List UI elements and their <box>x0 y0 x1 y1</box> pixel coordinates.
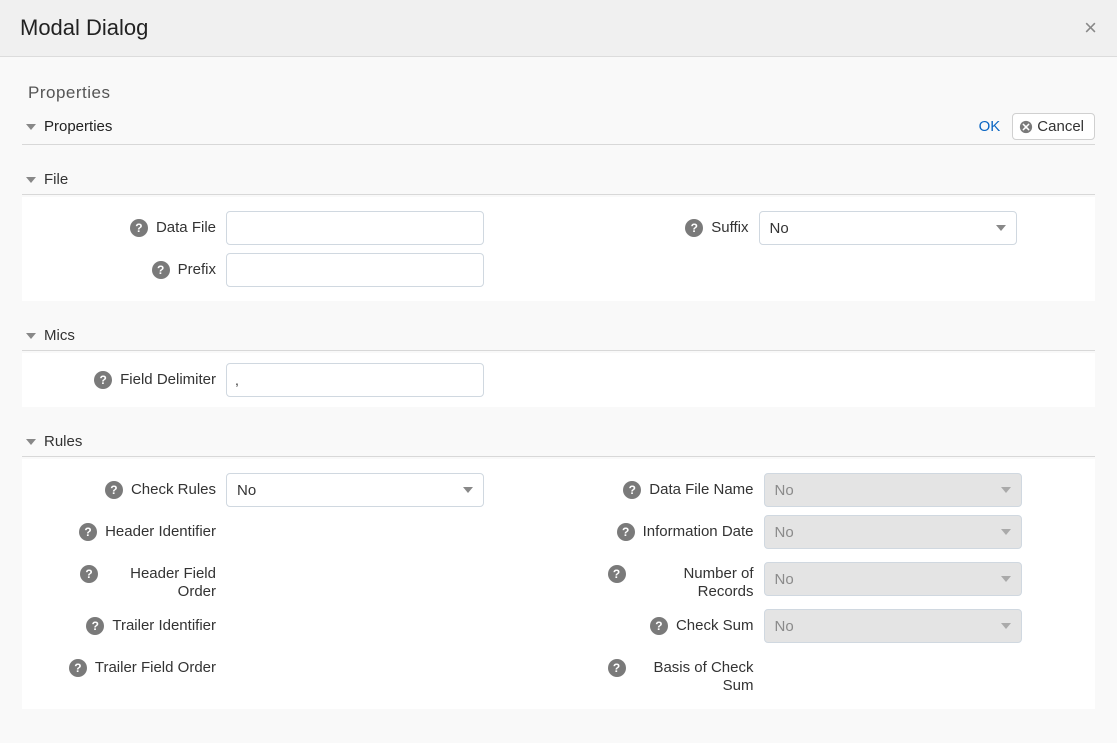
help-icon[interactable]: ? <box>608 565 626 583</box>
label-prefix: Prefix <box>178 261 216 279</box>
caret-down-icon <box>1001 487 1011 493</box>
row-header-field-order: ? Header Field Order <box>26 553 559 605</box>
label-check-sum: Check Sum <box>676 617 754 635</box>
row-field-delimiter: ? Field Delimiter <box>26 359 1091 401</box>
help-icon[interactable]: ? <box>152 261 170 279</box>
row-trailer-identifier: ? Trailer Identifier <box>26 605 559 647</box>
field-delimiter-input[interactable] <box>226 363 484 397</box>
data-file-input[interactable] <box>226 211 484 245</box>
label-data-file: Data File <box>156 219 216 237</box>
section-body-mics: ? Field Delimiter <box>22 353 1095 407</box>
section-body-file: ? Data File ? Prefix <box>22 197 1095 301</box>
check-sum-value: No <box>775 618 794 635</box>
section-header-mics[interactable]: Mics <box>22 319 1095 351</box>
properties-header-row: Properties OK Cancel <box>22 113 1095 145</box>
row-data-file-name: ? Data File Name No <box>559 469 1092 511</box>
chevron-down-icon <box>26 439 36 445</box>
section-header-rules[interactable]: Rules <box>22 425 1095 457</box>
row-header-identifier: ? Header Identifier <box>26 511 559 553</box>
number-of-records-select: No <box>764 562 1022 596</box>
content: Properties Properties OK Cancel File <box>0 57 1117 709</box>
row-check-rules: ? Check Rules No <box>26 469 559 511</box>
caret-down-icon <box>1001 529 1011 535</box>
section-title-rules: Rules <box>44 433 82 450</box>
help-icon[interactable]: ? <box>623 481 641 499</box>
label-data-file-name: Data File Name <box>649 481 753 499</box>
row-data-file: ? Data File <box>26 207 559 249</box>
suffix-value: No <box>770 220 789 237</box>
help-icon[interactable]: ? <box>79 523 97 541</box>
label-header-identifier: Header Identifier <box>105 523 216 541</box>
help-icon[interactable]: ? <box>69 659 87 677</box>
help-icon[interactable]: ? <box>617 523 635 541</box>
chevron-down-icon <box>26 333 36 339</box>
label-trailer-identifier: Trailer Identifier <box>112 617 216 635</box>
cancel-button[interactable]: Cancel <box>1012 113 1095 140</box>
label-suffix: Suffix <box>711 219 748 237</box>
help-icon[interactable]: ? <box>105 481 123 499</box>
caret-down-icon <box>463 487 473 493</box>
section-title-mics: Mics <box>44 327 75 344</box>
label-basis-of-check-sum: Basis of Check Sum <box>634 659 754 695</box>
section-header-file[interactable]: File <box>22 163 1095 195</box>
ok-button[interactable]: OK <box>979 118 1001 135</box>
prefix-input[interactable] <box>226 253 484 287</box>
row-trailer-field-order: ? Trailer Field Order <box>26 647 559 689</box>
chevron-down-icon <box>26 124 36 130</box>
check-rules-select[interactable]: No <box>226 473 484 507</box>
row-prefix: ? Prefix <box>26 249 559 291</box>
label-information-date: Information Date <box>643 523 754 541</box>
help-icon[interactable]: ? <box>685 219 703 237</box>
number-of-records-value: No <box>775 571 794 588</box>
label-trailer-field-order: Trailer Field Order <box>95 659 216 677</box>
row-check-sum: ? Check Sum No <box>559 605 1092 647</box>
row-number-of-records: ? Number of Records No <box>559 553 1092 605</box>
label-header-field-order: Header Field Order <box>106 565 216 601</box>
chevron-down-icon <box>26 177 36 183</box>
data-file-name-value: No <box>775 482 794 499</box>
section-body-rules: ? Check Rules No ? Header Identifier <box>22 459 1095 709</box>
close-icon[interactable]: × <box>1084 0 1097 56</box>
section-title-file: File <box>44 171 68 188</box>
cancel-label: Cancel <box>1037 118 1084 135</box>
caret-down-icon <box>1001 623 1011 629</box>
modal-title: Modal Dialog <box>20 0 148 56</box>
check-rules-value: No <box>237 482 256 499</box>
help-icon[interactable]: ? <box>130 219 148 237</box>
help-icon[interactable]: ? <box>94 371 112 389</box>
caret-down-icon <box>996 225 1006 231</box>
page-title: Properties <box>28 83 1095 103</box>
label-check-rules: Check Rules <box>131 481 216 499</box>
label-field-delimiter: Field Delimiter <box>120 371 216 389</box>
close-circle-icon <box>1019 120 1033 134</box>
suffix-select[interactable]: No <box>759 211 1017 245</box>
help-icon[interactable]: ? <box>86 617 104 635</box>
help-icon[interactable]: ? <box>608 659 626 677</box>
top-actions: OK Cancel <box>979 113 1095 140</box>
data-file-name-select: No <box>764 473 1022 507</box>
section-header-properties[interactable]: Properties <box>22 118 112 135</box>
check-sum-select: No <box>764 609 1022 643</box>
row-suffix: ? Suffix No <box>559 207 1092 249</box>
help-icon[interactable]: ? <box>650 617 668 635</box>
caret-down-icon <box>1001 576 1011 582</box>
information-date-select: No <box>764 515 1022 549</box>
information-date-value: No <box>775 524 794 541</box>
section-title-properties: Properties <box>44 118 112 135</box>
row-basis-of-check-sum: ? Basis of Check Sum <box>559 647 1092 699</box>
row-information-date: ? Information Date No <box>559 511 1092 553</box>
modal-header: Modal Dialog × <box>0 0 1117 57</box>
help-icon[interactable]: ? <box>80 565 98 583</box>
label-number-of-records: Number of Records <box>634 565 754 601</box>
